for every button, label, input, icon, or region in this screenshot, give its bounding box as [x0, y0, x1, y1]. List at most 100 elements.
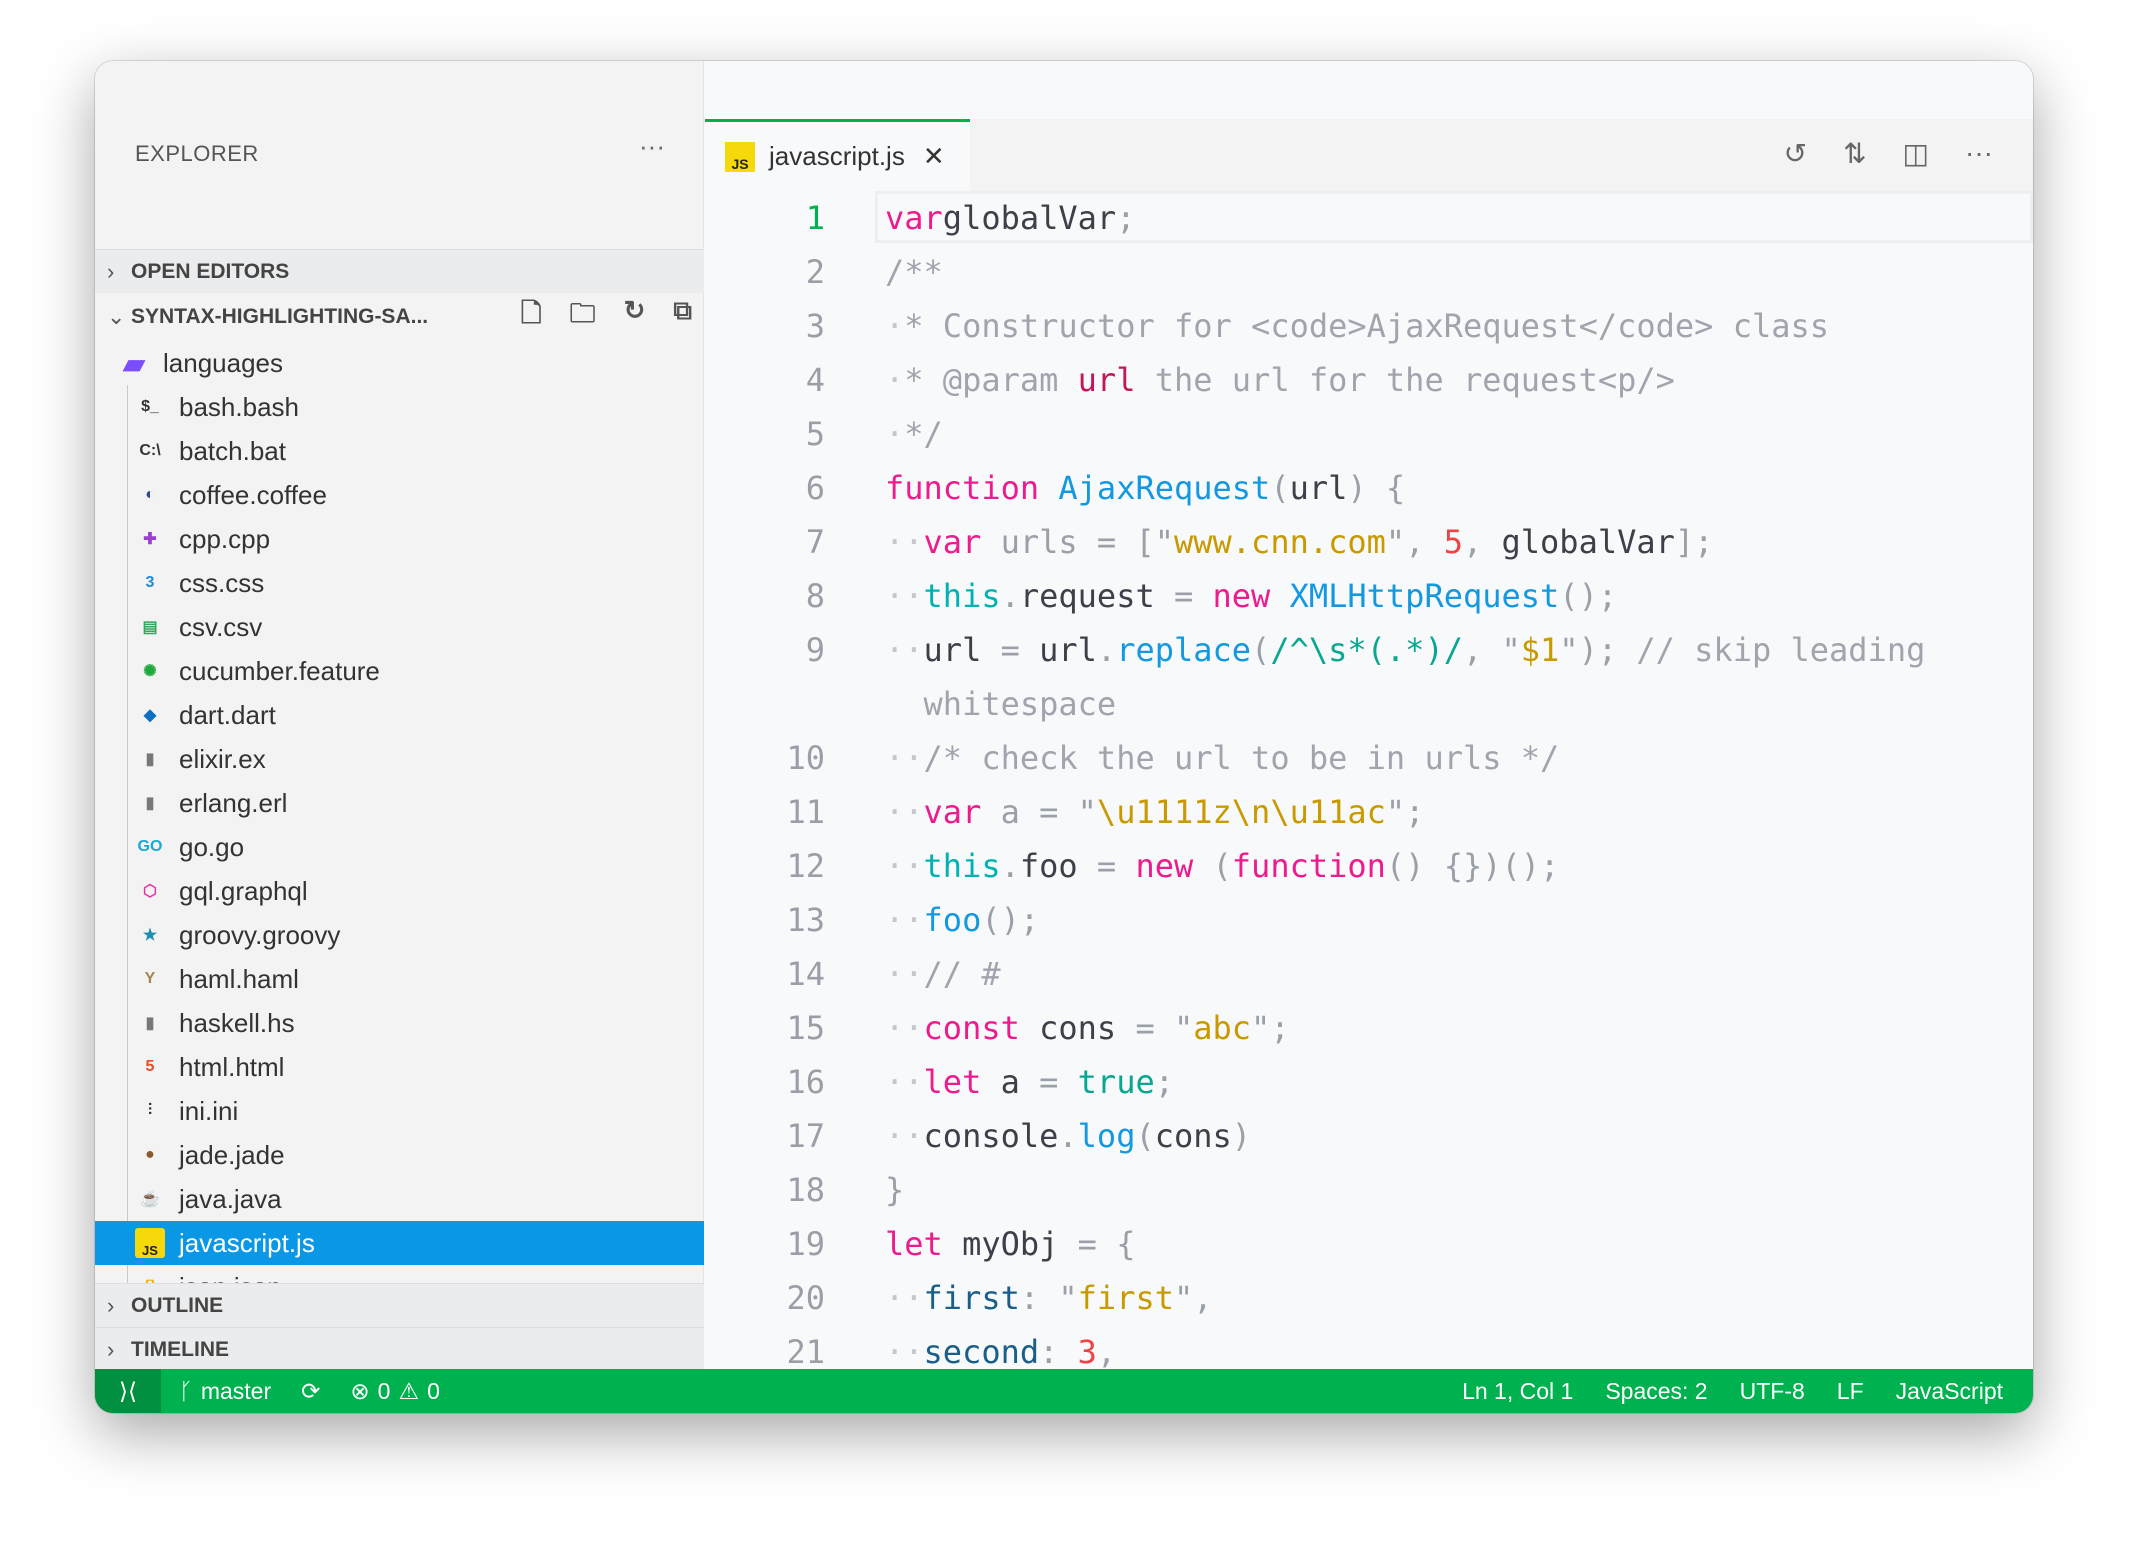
file-cucumber-feature[interactable]: ✺ cucumber.feature	[95, 649, 704, 693]
code-token: globalVar	[942, 199, 1117, 237]
code-line: ··url = url.replace(/^\s*(.*)/, "$1"); /…	[885, 623, 1925, 677]
git-branch-icon: ᚴ	[179, 1377, 193, 1404]
code-token: foo	[1019, 847, 1097, 885]
code-token: = {	[1077, 1225, 1136, 1263]
code-token: )	[1347, 469, 1367, 507]
line-number: 2	[805, 253, 825, 291]
code-editor[interactable]: 1 varglobalVar; 2/** 3 ·* Constructor for <c…	[705, 191, 2033, 1371]
file-icon: ▮	[145, 795, 155, 812]
encoding[interactable]: UTF-8	[1740, 1378, 1805, 1405]
line-number: 1	[805, 199, 825, 237]
file-label: bash.bash	[179, 391, 299, 422]
line-number: 20	[786, 1279, 825, 1317]
section-label: SYNTAX-HIGHLIGHTING-SA...	[131, 305, 429, 328]
code-token: true	[1077, 1063, 1155, 1101]
code-token: replace	[1116, 631, 1252, 669]
file-coffee-coffee[interactable]: ◐ coffee.coffee	[95, 473, 704, 517]
branch-indicator[interactable]: ᚴ master	[179, 1378, 271, 1405]
code-token: =	[1096, 847, 1136, 885]
warning-icon: ⚠	[398, 1377, 420, 1404]
compare-changes-icon[interactable]: ⇅	[1843, 137, 1866, 170]
file-label: html.html	[179, 1051, 285, 1082]
code-token: second	[923, 1333, 1040, 1371]
code-token: ;	[1116, 199, 1136, 237]
code-token: first	[923, 1279, 1020, 1317]
file-csv-csv[interactable]: ▤ csv.csv	[95, 605, 704, 649]
coffee-icon: ◐	[145, 486, 155, 503]
cursor-position[interactable]: Ln 1, Col 1	[1462, 1378, 1573, 1405]
code-token: ·	[885, 361, 905, 399]
file-erlang-erl[interactable]: ▮ erlang.erl	[95, 781, 704, 825]
file-groovy-groovy[interactable]: ★ groovy.groovy	[95, 913, 704, 957]
file-bash-bash[interactable]: $_ bash.bash	[95, 385, 704, 429]
line-number: 19	[786, 1225, 825, 1263]
file-css-css[interactable]: 3 css.css	[95, 561, 704, 605]
code-token: ];	[1674, 523, 1714, 561]
line-number: 14	[786, 955, 825, 993]
close-tab-icon[interactable]: ✕	[923, 141, 945, 172]
remote-icon[interactable]: ⟩⟨	[95, 1369, 161, 1413]
timeline-section[interactable]: › TIMELINE	[95, 1327, 704, 1371]
code-line: ·* @param url the url for the request<p/…	[885, 353, 1675, 407]
code-token: * Constructor for <code>AjaxRequest</cod…	[904, 307, 1830, 345]
file-label: java.java	[179, 1183, 282, 1214]
folder-languages[interactable]: ▰ languages	[95, 341, 704, 385]
file-cpp-cpp[interactable]: ✚ cpp.cpp	[95, 517, 704, 561]
code-token: ·	[885, 415, 905, 453]
problems-indicator[interactable]: ⊗ 0 ⚠ 0	[350, 1378, 440, 1405]
explorer-more-icon[interactable]: ···	[639, 131, 665, 162]
new-folder-icon[interactable]: 🗀	[570, 295, 596, 339]
code-token: {	[1385, 469, 1406, 507]
css-icon: 3	[145, 574, 155, 591]
project-section[interactable]: ⌄ SYNTAX-HIGHLIGHTING-SA... 🗋 🗀 ↻ ⧉	[95, 295, 704, 339]
code-token: this	[923, 847, 1001, 885]
indentation[interactable]: Spaces: 2	[1605, 1378, 1707, 1405]
language-mode[interactable]: JavaScript	[1896, 1378, 2003, 1405]
outline-section[interactable]: › OUTLINE	[95, 1283, 704, 1327]
file-javascript-js[interactable]: JS javascript.js	[95, 1221, 704, 1265]
editor-area: JS javascript.js ✕ ↺ ⇅ ◫ ··· 1 var globalV…	[705, 61, 2033, 1371]
sync-button[interactable]: ⟳	[301, 1378, 320, 1405]
file-haml-haml[interactable]: Yhaml.haml	[95, 957, 704, 1001]
js-icon: JS	[135, 1228, 165, 1258]
file-jade-jade[interactable]: ● jade.jade	[95, 1133, 704, 1177]
code-token: .	[1000, 847, 1020, 885]
refresh-icon[interactable]: ↻	[624, 295, 646, 339]
file-label: groovy.groovy	[179, 919, 341, 950]
file-html-html[interactable]: 5 html.html	[95, 1045, 704, 1089]
code-token: www.cnn.com	[1173, 523, 1386, 561]
end-of-line[interactable]: LF	[1837, 1378, 1864, 1405]
code-token: // skip leading	[1636, 631, 1926, 669]
open-editors-section[interactable]: › OPEN EDITORS	[95, 249, 704, 293]
file-java-java[interactable]: ☕ java.java	[95, 1177, 704, 1221]
tab-javascript-js[interactable]: JS javascript.js ✕	[705, 119, 970, 191]
file-elixir-ex[interactable]: ▮ elixir.ex	[95, 737, 704, 781]
code-token: }	[885, 1171, 905, 1209]
history-icon[interactable]: ↺	[1784, 137, 1807, 170]
more-actions-icon[interactable]: ···	[1965, 137, 1993, 170]
file-tree: ▰ languages $_ bash.bash C:\ batch.bat ◐ coffe…	[95, 341, 704, 1343]
status-bar: ⟩⟨ ᚴ master ⟳ ⊗ 0 ⚠ 0 Ln 1, Col 1 Spaces: 2 …	[95, 1369, 2033, 1413]
split-editor-icon[interactable]: ◫	[1903, 137, 1929, 170]
file-dart-dart[interactable]: ◆ dart.dart	[95, 693, 704, 737]
code-token: () {})();	[1385, 847, 1560, 885]
new-file-icon[interactable]: 🗋	[521, 295, 542, 339]
line-number: 3	[805, 307, 825, 345]
code-token: (	[1135, 1117, 1155, 1155]
code-token: var	[923, 523, 982, 561]
code-token: : "	[1019, 1279, 1078, 1317]
file-go-go[interactable]: GO go.go	[95, 825, 704, 869]
file-ini-ini[interactable]: ⫶ ini.ini	[95, 1089, 704, 1133]
code-line: whitespace	[885, 677, 1117, 731]
line-number: 12	[786, 847, 825, 885]
collapse-all-icon[interactable]: ⧉	[673, 295, 692, 339]
code-token: url	[1077, 361, 1136, 399]
code-token: let	[885, 1225, 943, 1263]
file-gql-graphql[interactable]: ⬡ gql.graphql	[95, 869, 704, 913]
file-batch-bat[interactable]: C:\ batch.bat	[95, 429, 704, 473]
file-haskell-hs[interactable]: ▮ haskell.hs	[95, 1001, 704, 1045]
code-token: $1	[1520, 631, 1560, 669]
code-token: new	[1212, 577, 1271, 615]
code-token: 5	[1443, 523, 1463, 561]
